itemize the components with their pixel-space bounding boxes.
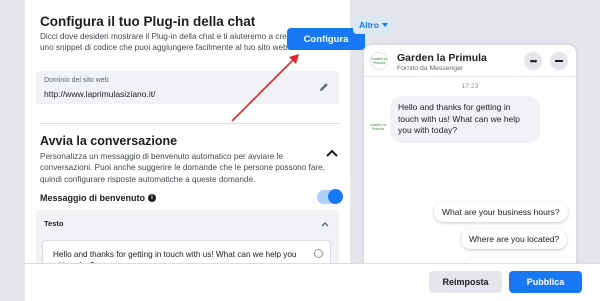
reset-button[interactable]: Reimposta — [429, 271, 502, 293]
emoji-icon[interactable] — [314, 249, 323, 258]
chat-avatar: Garden la Primula — [370, 52, 388, 70]
welcome-label-text: Messaggio di benvenuto — [40, 193, 146, 203]
configure-description: Dicci dove desideri mostrare il Plug-in … — [40, 32, 299, 53]
conversation-description: Personalizza un messaggio di benvenuto a… — [40, 152, 325, 184]
section-divider — [40, 123, 340, 124]
welcome-message-bubble: Hello and thanks for getting in touch wi… — [390, 96, 540, 143]
configure-title: Configura il tuo Plug-in della chat — [40, 14, 256, 29]
pencil-icon[interactable] — [319, 82, 329, 92]
domain-field[interactable]: Dominio del sito web http://www.laprimul… — [36, 71, 339, 104]
more-dropdown[interactable]: Altro — [353, 16, 394, 34]
chat-timestamp: 17:23 — [461, 83, 479, 90]
chat-page-name: Garden la Primula — [397, 52, 487, 64]
settings-panel: Configura il tuo Plug-in della chat Dicc… — [25, 0, 365, 301]
message-avatar: Garden la Primula — [370, 123, 386, 131]
domain-value: http://www.laprimulasiziano.it/ — [44, 89, 156, 99]
chat-subtitle: Fornito da Messenger — [397, 65, 464, 72]
more-dropdown-label: Altro — [359, 20, 379, 30]
quick-reply[interactable]: Where are you located? — [461, 229, 568, 249]
publish-button[interactable]: Pubblica — [509, 271, 582, 293]
minimize-icon[interactable] — [550, 52, 568, 70]
conversation-title: Avvia la conversazione — [40, 134, 178, 148]
more-icon[interactable]: ••• — [524, 52, 542, 70]
chevron-up-icon[interactable] — [321, 221, 329, 227]
action-bar: Reimposta Pubblica — [25, 263, 600, 301]
chevron-down-icon — [381, 23, 388, 27]
text-label: Testo — [44, 219, 64, 228]
welcome-toggle[interactable] — [328, 189, 343, 204]
chat-header: Garden la Primula Garden la Primula Forn… — [364, 45, 576, 77]
info-icon[interactable]: i — [148, 194, 157, 202]
welcome-message-label: Messaggio di benvenuto i — [40, 193, 157, 203]
quick-reply[interactable]: What are your business hours? — [434, 202, 568, 222]
domain-label: Dominio del sito web — [44, 77, 109, 84]
